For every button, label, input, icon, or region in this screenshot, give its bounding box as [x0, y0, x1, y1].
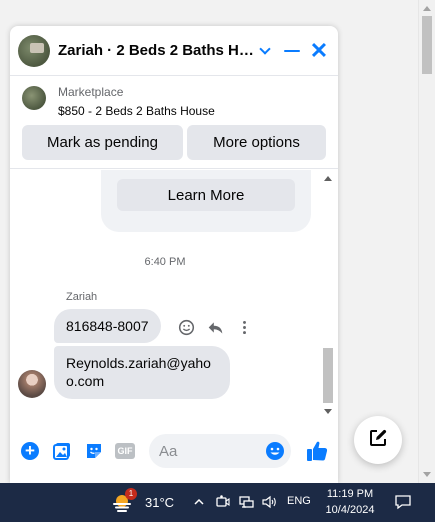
volume-icon[interactable] — [260, 493, 278, 511]
scroll-down-arrow-icon[interactable] — [324, 409, 332, 414]
message-timestamp: 6:40 PM — [144, 256, 186, 268]
message-scroll-thumb[interactable] — [323, 348, 333, 403]
language-indicator[interactable]: ENG — [287, 495, 311, 507]
reply-icon[interactable] — [205, 317, 225, 337]
message-list[interactable]: Learn More 6:40 PM Zariah 816848-8007 Re… — [10, 170, 338, 422]
message-composer: + GIF — [10, 422, 338, 483]
page-scroll-thumb[interactable] — [422, 16, 432, 74]
clock-time: 11:19 PM — [326, 488, 374, 500]
photo-icon[interactable] — [51, 440, 73, 462]
more-icon[interactable] — [234, 317, 254, 337]
new-message-button[interactable] — [354, 416, 402, 464]
page-scrollbar[interactable] — [418, 0, 435, 483]
notification-badge: 1 — [125, 488, 137, 500]
mark-as-pending-button[interactable]: Mark as pending — [22, 125, 183, 160]
react-icon[interactable] — [176, 317, 196, 337]
sender-name: Zariah — [66, 291, 98, 303]
temperature-label[interactable]: 31°C — [145, 495, 174, 510]
chat-title[interactable]: Zariah · 2 Beds 2 Baths Ho... — [58, 42, 258, 59]
taskbar: 1 31°C ENG 11:19 PM 10/4/2024 — [0, 483, 435, 522]
more-options-button[interactable]: More options — [187, 125, 326, 160]
message-bubble[interactable]: 816848-8007 — [54, 309, 161, 343]
chevron-down-icon[interactable] — [254, 40, 276, 62]
learn-more-button[interactable]: Learn More — [117, 179, 295, 211]
like-icon[interactable] — [304, 438, 330, 464]
contact-avatar[interactable] — [18, 35, 50, 67]
chevron-up-icon[interactable] — [190, 493, 208, 511]
scroll-down-arrow-icon[interactable] — [423, 472, 431, 477]
notification-center-icon[interactable] — [393, 492, 413, 512]
gif-icon[interactable]: GIF — [114, 440, 136, 462]
marketplace-panel: Marketplace $850 - 2 Beds 2 Baths House … — [10, 77, 338, 169]
message-actions — [176, 317, 254, 337]
emoji-icon[interactable] — [265, 441, 285, 461]
sticker-icon[interactable] — [83, 440, 105, 462]
message-input-box[interactable] — [149, 434, 291, 468]
scroll-up-arrow-icon[interactable] — [423, 6, 431, 11]
listing-thumbnail[interactable] — [22, 86, 46, 110]
chat-header[interactable]: Zariah · 2 Beds 2 Baths Ho... ✕ — [10, 26, 338, 76]
message-scrollbar[interactable] — [322, 170, 335, 422]
network-icon[interactable] — [237, 493, 255, 511]
new-message-icon — [368, 428, 388, 453]
plus-icon[interactable]: + — [19, 440, 41, 462]
chat-window: Zariah · 2 Beds 2 Baths Ho... ✕ Marketpl… — [10, 26, 338, 483]
close-icon[interactable]: ✕ — [308, 40, 330, 62]
message-bubble[interactable]: Reynolds.zariah@yahoo.com — [54, 346, 230, 399]
marketplace-label: Marketplace — [58, 85, 124, 99]
clock[interactable]: 11:19 PM 10/4/2024 — [318, 486, 382, 518]
listing-card: Learn More — [101, 170, 311, 232]
sender-avatar[interactable] — [18, 370, 46, 398]
clock-date: 10/4/2024 — [325, 504, 375, 516]
meet-now-icon[interactable] — [213, 493, 231, 511]
minimize-icon[interactable] — [281, 40, 303, 62]
message-input[interactable] — [159, 434, 259, 468]
listing-title[interactable]: $850 - 2 Beds 2 Baths House — [58, 104, 215, 118]
scroll-up-arrow-icon[interactable] — [324, 176, 332, 181]
